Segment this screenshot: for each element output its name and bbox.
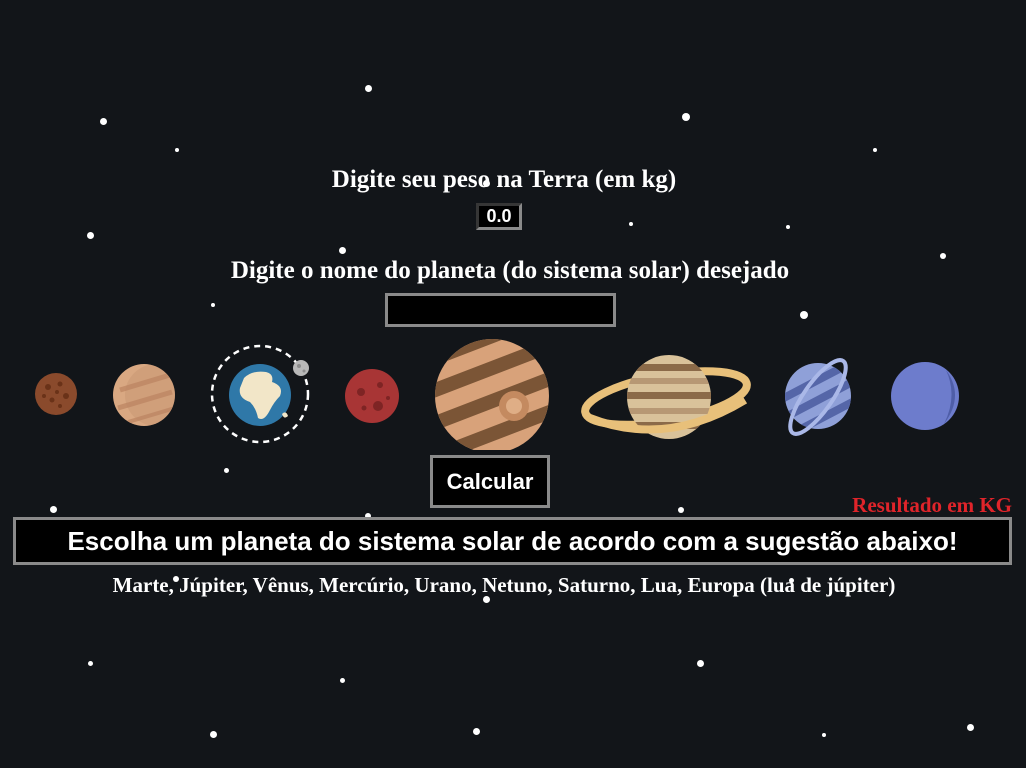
star xyxy=(224,468,229,473)
weight-input[interactable] xyxy=(476,203,522,230)
planet-name-input[interactable] xyxy=(385,293,616,327)
uranus-icon xyxy=(785,358,851,436)
space-background: Digite seu peso na Terra (em kg) Digite … xyxy=(0,0,1026,768)
star xyxy=(697,660,704,667)
result-unit-label: Resultado em KG xyxy=(852,493,1012,517)
planet-suggestion-text: Marte, Júpiter, Vênus, Mercúrio, Urano, … xyxy=(112,573,896,597)
venus-icon xyxy=(113,364,175,426)
neptune-icon xyxy=(891,362,959,430)
result-output: Escolha um planeta do sistema solar de a… xyxy=(13,517,1012,565)
star xyxy=(967,724,974,731)
star xyxy=(211,303,215,307)
mercury-icon xyxy=(35,373,77,415)
calculate-button[interactable]: Calcular xyxy=(430,455,550,508)
star xyxy=(822,733,826,737)
star xyxy=(100,118,107,125)
star xyxy=(210,731,217,738)
star xyxy=(50,506,57,513)
star xyxy=(339,247,346,254)
star xyxy=(786,225,790,229)
star xyxy=(629,222,633,226)
earth-icon xyxy=(210,344,310,444)
star xyxy=(873,148,877,152)
planet-name-label: Digite o nome do planeta (do sistema sol… xyxy=(230,257,790,284)
star xyxy=(800,311,808,319)
star xyxy=(87,232,94,239)
star xyxy=(175,148,179,152)
star xyxy=(88,661,93,666)
star xyxy=(682,113,690,121)
weight-label: Digite seu peso na Terra (em kg) xyxy=(331,166,677,193)
saturn-icon xyxy=(581,355,751,439)
star xyxy=(678,507,684,513)
star xyxy=(365,85,372,92)
planets-illustration xyxy=(35,339,959,450)
star xyxy=(473,728,480,735)
star xyxy=(340,678,345,683)
jupiter-icon xyxy=(435,339,549,450)
mars-icon xyxy=(345,369,399,423)
